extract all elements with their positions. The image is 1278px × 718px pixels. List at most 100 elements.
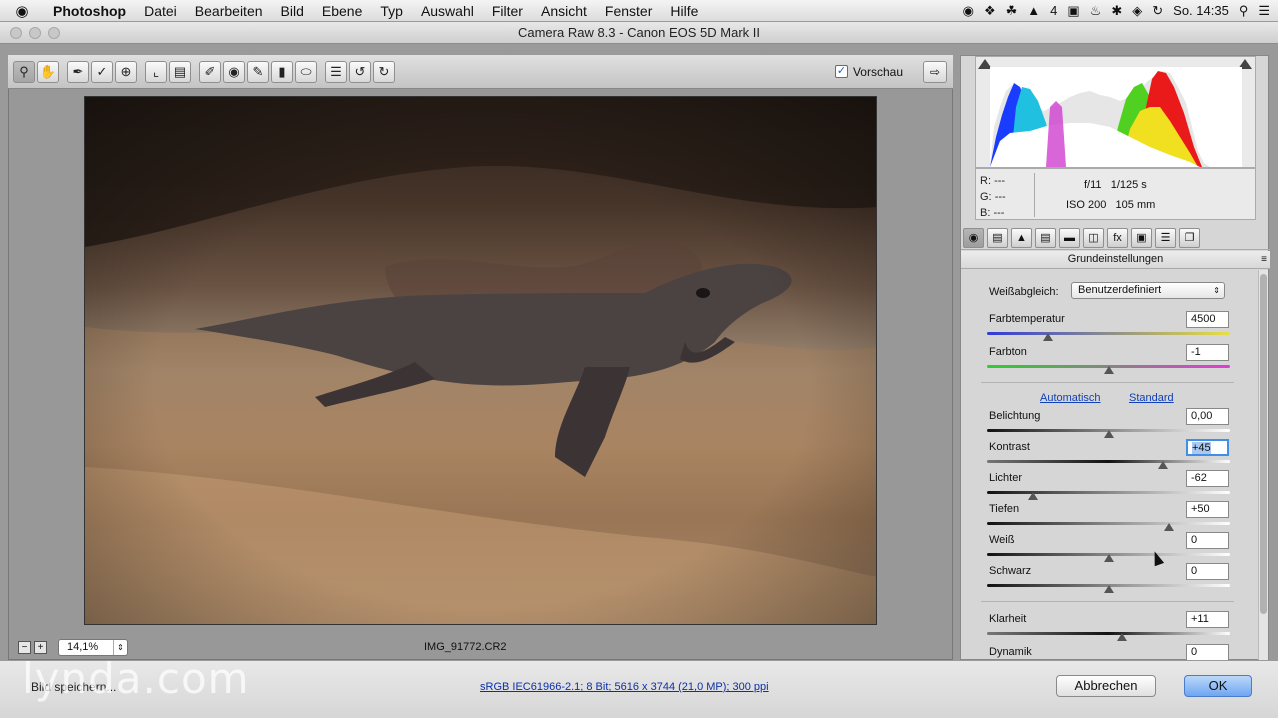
b-value: --- xyxy=(993,207,1005,219)
temperature-slider-track[interactable] xyxy=(987,332,1230,335)
white-balance-select[interactable]: Benutzerdefiniert ⇕ xyxy=(1071,282,1225,299)
snapshots-tab-icon[interactable]: ❐ xyxy=(1179,227,1200,248)
spot-removal-tool-icon[interactable]: ✐ xyxy=(199,60,221,83)
whites-input[interactable]: 0 xyxy=(1186,532,1229,549)
contrast-input[interactable]: +45 xyxy=(1186,439,1229,456)
menu-ansicht[interactable]: Ansicht xyxy=(532,0,596,22)
adobe-icon[interactable]: ▲ xyxy=(1027,3,1040,18)
display-icon[interactable]: ▣ xyxy=(1067,3,1079,19)
radial-filter-icon[interactable]: ⬭ xyxy=(295,60,317,83)
highlights-slider-knob[interactable] xyxy=(1028,492,1039,500)
zoom-window-button[interactable] xyxy=(48,27,60,39)
split-toning-tab-icon[interactable]: ▬ xyxy=(1059,227,1080,248)
camera-calibration-tab-icon[interactable]: ▣ xyxy=(1131,227,1152,248)
panel-menu-icon[interactable]: ≡ xyxy=(1261,251,1267,268)
notification-list-icon[interactable]: ☰ xyxy=(1258,3,1270,19)
bluetooth-icon[interactable]: ✱ xyxy=(1111,3,1122,19)
clarity-input[interactable]: +11 xyxy=(1186,611,1229,628)
clarity-slider-track[interactable] xyxy=(987,632,1230,635)
targeted-adjustment-tool-icon[interactable]: ⊕ xyxy=(115,60,137,83)
fullscreen-toggle-icon[interactable]: ⇨ xyxy=(923,60,947,83)
lens-corrections-tab-icon[interactable]: ◫ xyxy=(1083,227,1104,248)
record-icon[interactable]: ◉ xyxy=(963,3,974,19)
temperature-input[interactable]: 4500 xyxy=(1186,311,1229,328)
exposure-slider-knob[interactable] xyxy=(1103,430,1114,438)
clarity-slider-knob[interactable] xyxy=(1116,633,1127,641)
zoom-in-button[interactable]: + xyxy=(34,640,47,654)
blacks-slider-knob[interactable] xyxy=(1103,585,1114,593)
rotate-left-icon[interactable]: ↺ xyxy=(349,60,371,83)
contrast-slider-track[interactable] xyxy=(987,460,1230,463)
apple-menu-icon[interactable]: ◉ xyxy=(0,2,44,20)
hsl-tab-icon[interactable]: ▤ xyxy=(1035,227,1056,248)
menu-filter[interactable]: Filter xyxy=(483,0,532,22)
histogram-panel xyxy=(975,56,1256,168)
highlights-input[interactable]: -62 xyxy=(1186,470,1229,487)
temperature-slider-knob[interactable] xyxy=(1042,333,1053,341)
exposure-input[interactable]: 0,00 xyxy=(1186,408,1229,425)
file-name: IMG_91772.CR2 xyxy=(424,641,507,653)
zoom-level-select[interactable]: 14,1% ⇕ xyxy=(58,638,128,656)
basic-panel-tab-icon[interactable]: ◉ xyxy=(963,227,984,248)
adjustment-brush-icon[interactable]: ✎ xyxy=(247,60,269,83)
menu-ebene[interactable]: Ebene xyxy=(313,0,371,22)
effects-tab-icon[interactable]: fx xyxy=(1107,227,1128,248)
tint-slider-knob[interactable] xyxy=(1103,366,1114,374)
highlights-slider-track[interactable] xyxy=(987,491,1230,494)
straighten-tool-icon[interactable]: ▤ xyxy=(169,60,191,83)
spotlight-search-icon[interactable]: ⚲ xyxy=(1239,3,1249,19)
tint-input[interactable]: -1 xyxy=(1186,344,1229,361)
slider-label: Schwarz xyxy=(989,565,1032,577)
menu-bearbeiten[interactable]: Bearbeiten xyxy=(186,0,272,22)
menu-fenster[interactable]: Fenster xyxy=(596,0,661,22)
wifi-icon[interactable]: ◈ xyxy=(1132,3,1142,19)
graduated-filter-icon[interactable]: ▮ xyxy=(271,60,293,83)
presets-tab-icon[interactable]: ☰ xyxy=(1155,227,1176,248)
preview-checkbox[interactable]: ✓ xyxy=(834,65,848,78)
whites-slider-knob[interactable] xyxy=(1103,554,1114,562)
shadows-input[interactable]: +50 xyxy=(1186,501,1229,518)
scrollbar-thumb[interactable] xyxy=(1260,274,1267,614)
vibrance-input[interactable]: 0 xyxy=(1186,644,1229,661)
minimize-window-button[interactable] xyxy=(29,27,41,39)
ok-button[interactable]: OK xyxy=(1184,675,1252,697)
rotate-right-icon[interactable]: ↻ xyxy=(373,60,395,83)
default-link[interactable]: Standard xyxy=(1129,392,1174,404)
auto-link[interactable]: Automatisch xyxy=(1040,392,1101,404)
contrast-value: +45 xyxy=(1192,442,1211,454)
detail-tab-icon[interactable]: ▲ xyxy=(1011,227,1032,248)
menu-auswahl[interactable]: Auswahl xyxy=(412,0,483,22)
clock[interactable]: So. 14:35 xyxy=(1173,3,1229,18)
blacks-input[interactable]: 0 xyxy=(1186,563,1229,580)
r-value: --- xyxy=(994,175,1006,187)
cancel-button[interactable]: Abbrechen xyxy=(1056,675,1156,697)
menu-hilfe[interactable]: Hilfe xyxy=(661,0,707,22)
hand-tool-icon[interactable]: ✋ xyxy=(37,60,59,83)
slider-label: Lichter xyxy=(989,472,1023,484)
time-machine-icon[interactable]: ↻ xyxy=(1152,3,1163,19)
menu-typ[interactable]: Typ xyxy=(371,0,412,22)
shadows-slider-track[interactable] xyxy=(987,522,1230,525)
crop-tool-icon[interactable]: ⌞ xyxy=(145,60,167,83)
menu-datei[interactable]: Datei xyxy=(135,0,186,22)
zoom-out-button[interactable]: − xyxy=(18,640,31,654)
dropbox-icon[interactable]: ❖ xyxy=(984,3,996,19)
red-eye-tool-icon[interactable]: ◉ xyxy=(223,60,245,83)
basic-settings: Weißabgleich: Benutzerdefiniert ⇕ Farbte… xyxy=(961,270,1255,661)
color-sampler-tool-icon[interactable]: ✓ xyxy=(91,60,113,83)
white-balance-tool-icon[interactable]: ✒ xyxy=(67,60,89,83)
panel-scrollbar[interactable] xyxy=(1258,270,1268,661)
preferences-icon[interactable]: ☰ xyxy=(325,60,347,83)
zoom-tool-icon[interactable]: ⚲ xyxy=(13,60,35,83)
workflow-options-link[interactable]: sRGB IEC61966-2.1; 8 Bit; 5616 x 3744 (2… xyxy=(480,681,769,693)
close-window-button[interactable] xyxy=(10,27,22,39)
slider-label: Farbtemperatur xyxy=(989,313,1065,325)
flame-icon[interactable]: ♨ xyxy=(1090,3,1102,19)
contrast-slider-knob[interactable] xyxy=(1158,461,1169,469)
shadows-slider-knob[interactable] xyxy=(1164,523,1175,531)
preview-toggle[interactable]: ✓ Vorschau xyxy=(834,65,903,79)
menu-photoshop[interactable]: Photoshop xyxy=(44,0,135,22)
tone-curve-tab-icon[interactable]: ▤ xyxy=(987,227,1008,248)
evernote-icon[interactable]: ☘ xyxy=(1006,3,1018,19)
menu-bild[interactable]: Bild xyxy=(272,0,313,22)
